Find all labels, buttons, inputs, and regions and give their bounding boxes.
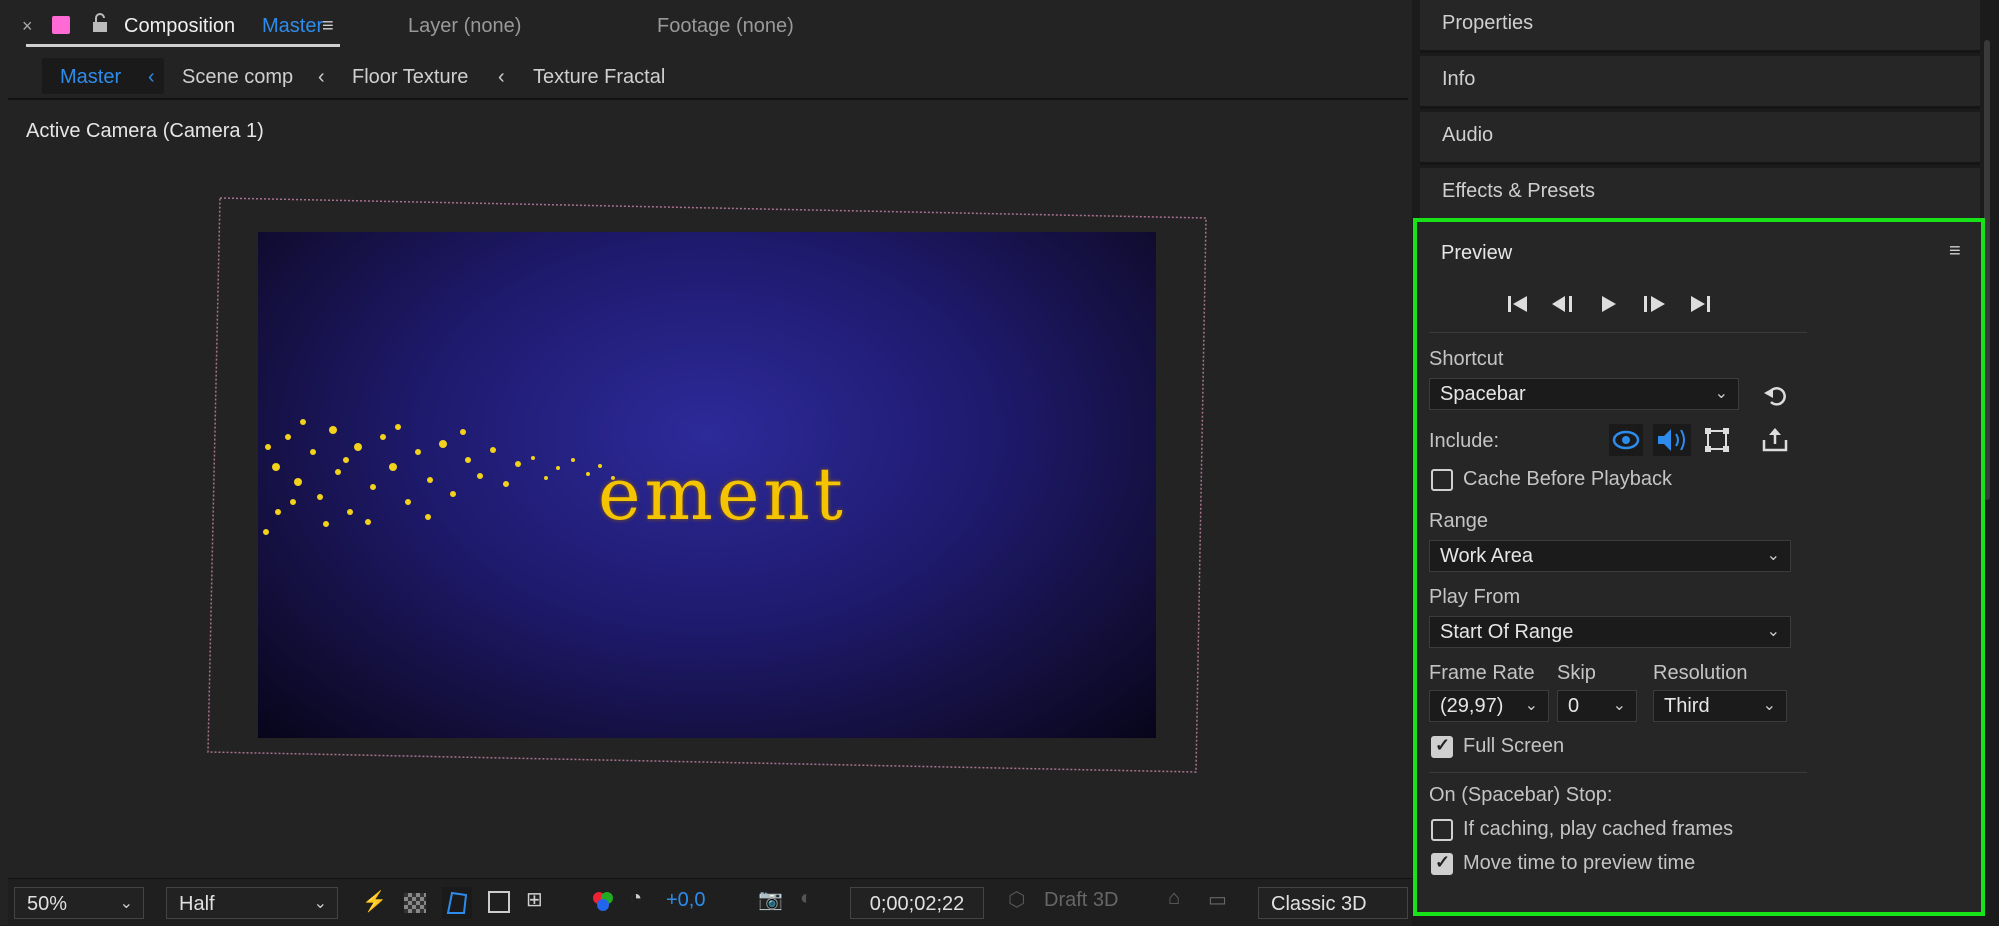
full-screen-checkbox[interactable]	[1431, 735, 1453, 758]
full-screen-label: Full Screen	[1463, 735, 1565, 757]
effects-presets-label: Effects & Presets	[1442, 180, 1596, 202]
preview-title: Preview	[1441, 242, 1513, 264]
cache-before-playback-checkbox[interactable]	[1431, 469, 1453, 491]
audio-label: Audio	[1442, 124, 1494, 146]
camera-snapshot-icon[interactable]: 📷	[758, 887, 783, 912]
exposure-value[interactable]: +0,0	[666, 889, 705, 912]
animated-text: ement	[598, 452, 847, 536]
composition-tab-name[interactable]: Master	[262, 12, 323, 40]
previous-frame-icon[interactable]	[1549, 290, 1579, 318]
frame-rate-dropdown[interactable]: (29,97) ⌄	[1429, 690, 1549, 722]
reset-icon[interactable]	[1761, 382, 1789, 410]
resolution-label: Resolution	[1653, 662, 1748, 684]
panel-menu-icon[interactable]: ≡	[1949, 240, 1961, 263]
cache-before-playback-label: Cache Before Playback	[1463, 468, 1673, 490]
move-time-label: Move time to preview time	[1463, 852, 1696, 874]
camera-label: Active Camera (Camera 1)	[26, 120, 264, 142]
zoom-dropdown[interactable]: 50% ⌄	[14, 887, 144, 919]
include-label: Include:	[1429, 430, 1500, 452]
breadcrumb-master[interactable]: Master	[60, 62, 121, 92]
panel-menu-icon[interactable]: ≡	[322, 12, 334, 40]
move-time-checkbox[interactable]	[1431, 852, 1453, 875]
last-frame-icon[interactable]	[1687, 290, 1715, 318]
channels-icon[interactable]	[590, 889, 616, 920]
skip-dropdown[interactable]: 0 ⌄	[1557, 690, 1637, 722]
export-icon[interactable]	[1761, 426, 1789, 454]
include-video-icon[interactable]	[1609, 424, 1643, 456]
separator	[1429, 332, 1807, 333]
draft-3d-toggle[interactable]: Draft 3D	[1044, 889, 1118, 912]
mask-visibility-icon[interactable]	[442, 887, 472, 919]
preview-panel: Preview ≡ Shortcut Spacebar ⌄ Include: Ca…	[1413, 218, 1985, 916]
info-panel-header[interactable]: Info	[1420, 56, 1980, 109]
properties-label: Properties	[1442, 12, 1534, 34]
viewer-toolbar: 50% ⌄ Half ⌄ ⚡ ⊞ ◔ +0,0 📷 ◐ 0;00;02;22 ⬡ D…	[8, 878, 1412, 926]
playback-controls	[1505, 290, 1725, 318]
3d-view-icon[interactable]: ▭	[1208, 887, 1227, 912]
if-caching-label: If caching, play cached frames	[1463, 818, 1734, 840]
play-icon[interactable]	[1597, 290, 1621, 318]
composition-tab-bar: × Composition Master ≡ Layer (none) Foot…	[0, 0, 1412, 50]
effects-presets-panel-header[interactable]: Effects & Presets	[1420, 168, 1980, 221]
separator	[1429, 772, 1807, 773]
timecode-field[interactable]: 0;00;02;22	[850, 887, 984, 919]
renderer-dropdown[interactable]: Classic 3D	[1258, 887, 1408, 919]
label-color-swatch[interactable]	[52, 16, 70, 34]
color-management-icon[interactable]: ◔	[630, 887, 642, 910]
include-overlays-icon[interactable]	[1703, 426, 1731, 454]
breadcrumb-texture-fractal[interactable]: Texture Fractal	[533, 62, 665, 92]
composition-render[interactable]: ement	[258, 232, 1156, 738]
breadcrumb-floor-texture[interactable]: Floor Texture	[352, 62, 468, 92]
if-caching-checkbox[interactable]	[1431, 819, 1453, 841]
chevron-left-icon: ‹	[318, 66, 325, 88]
skip-label: Skip	[1557, 662, 1596, 684]
fast-preview-icon[interactable]: ⚡	[362, 889, 387, 914]
frame-rate-label: Frame Rate	[1429, 662, 1535, 684]
chevron-left-icon: ‹	[148, 66, 155, 88]
draft-3d-icon[interactable]: ⬡	[1008, 887, 1025, 912]
composition-panel: × Composition Master ≡ Layer (none) Foot…	[0, 0, 1412, 926]
play-from-dropdown[interactable]: Start Of Range ⌄	[1429, 616, 1791, 648]
shortcut-label: Shortcut	[1429, 348, 1504, 370]
range-label: Range	[1429, 510, 1488, 532]
active-tab-underline	[26, 44, 340, 47]
resolution-dropdown[interactable]: Half ⌄	[166, 887, 338, 919]
include-audio-icon[interactable]	[1653, 424, 1691, 456]
info-label: Info	[1442, 68, 1476, 90]
grid-guides-icon[interactable]: ⊞	[526, 887, 543, 912]
preview-resolution-dropdown[interactable]: Third ⌄	[1653, 690, 1787, 722]
close-tab-icon[interactable]: ×	[22, 12, 33, 40]
next-frame-icon[interactable]	[1639, 290, 1669, 318]
shortcut-dropdown[interactable]: Spacebar ⌄	[1429, 378, 1739, 410]
audio-panel-header[interactable]: Audio	[1420, 112, 1980, 165]
layer-tab[interactable]: Layer (none)	[408, 12, 521, 40]
footage-tab[interactable]: Footage (none)	[657, 12, 794, 40]
range-dropdown[interactable]: Work Area ⌄	[1429, 540, 1791, 572]
region-of-interest-icon[interactable]	[488, 891, 510, 913]
breadcrumb-scene-comp[interactable]: Scene comp	[182, 62, 293, 92]
lock-icon[interactable]	[90, 12, 110, 39]
show-snapshot-icon[interactable]: ◐	[800, 887, 812, 910]
composition-tab-prefix[interactable]: Composition	[124, 12, 235, 40]
chevron-left-icon: ‹	[498, 66, 505, 88]
first-frame-icon[interactable]	[1505, 290, 1531, 318]
floor-icon[interactable]: ⌂	[1168, 887, 1180, 910]
properties-panel-header[interactable]: Properties	[1420, 0, 1980, 53]
play-from-label: Play From	[1429, 586, 1521, 608]
transparency-grid-icon[interactable]	[404, 893, 426, 913]
spacebar-stop-label: On (Spacebar) Stop:	[1429, 784, 1613, 806]
breadcrumb: Master ‹ Scene comp ‹ Floor Texture ‹ Te…	[8, 56, 1408, 100]
